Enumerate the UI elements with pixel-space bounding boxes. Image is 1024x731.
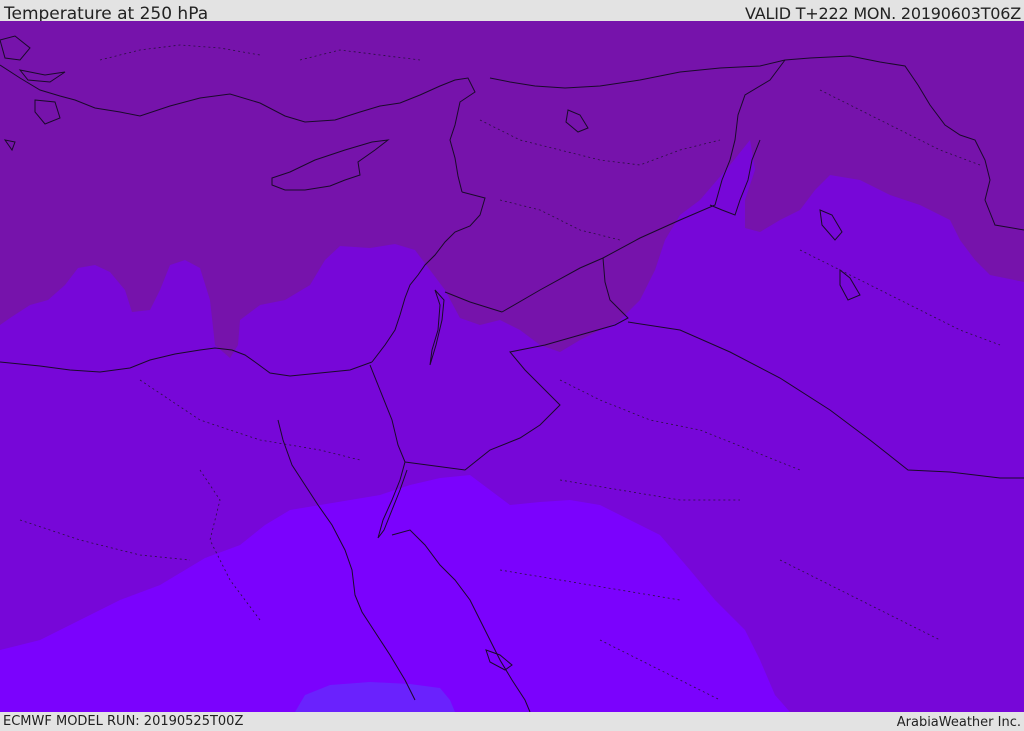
model-run-label: ECMWF MODEL RUN: 20190525T00Z <box>3 714 244 729</box>
header-bar: Temperature at 250 hPa VALID T+222 MON. … <box>0 0 1024 24</box>
weather-map[interactable] <box>0 21 1024 712</box>
credit-label: ArabiaWeather Inc. <box>896 715 1021 730</box>
footer-bar: ECMWF MODEL RUN: 20190525T00Z ArabiaWeat… <box>0 712 1024 730</box>
map-canvas <box>0 21 1024 712</box>
